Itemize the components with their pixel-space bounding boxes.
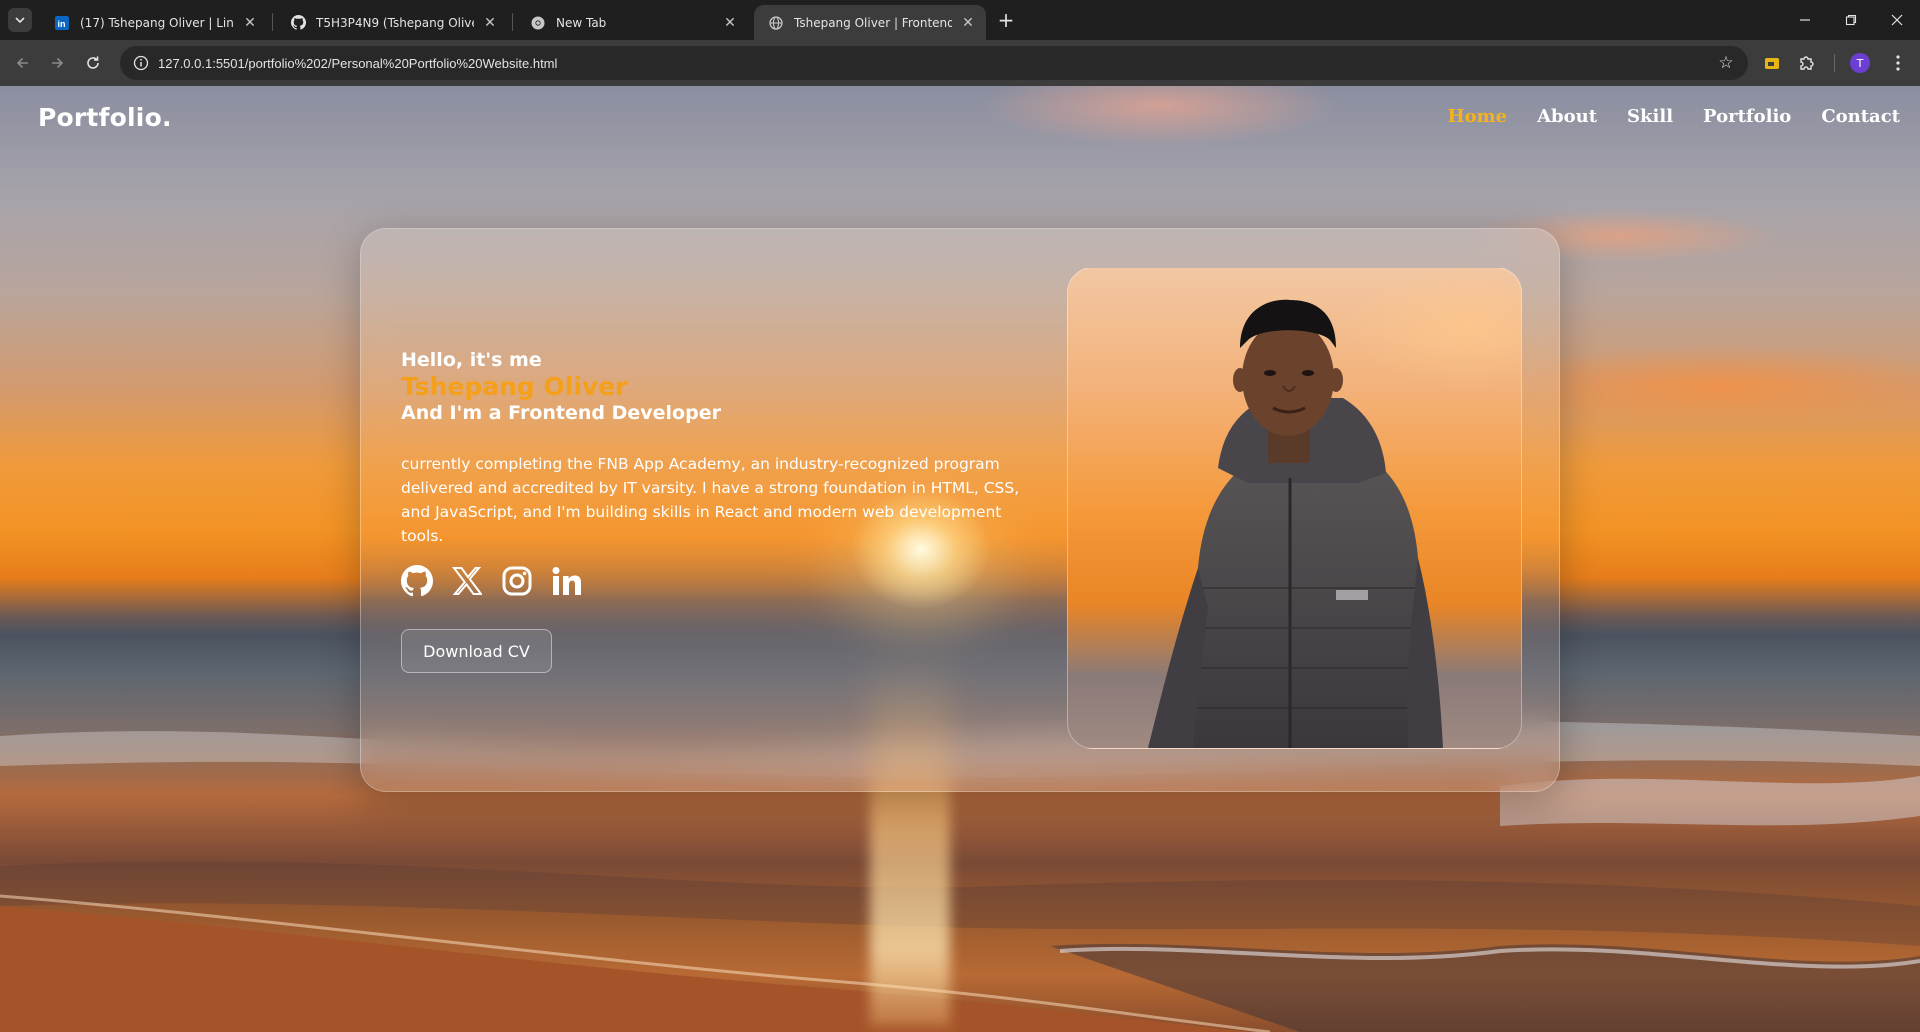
arrow-left-icon bbox=[16, 57, 28, 69]
instagram-icon[interactable] bbox=[501, 565, 533, 597]
extensions-puzzle-icon[interactable] bbox=[1795, 51, 1819, 75]
social-links bbox=[401, 565, 583, 597]
hero-intro: Hello, it's me Tshepang Oliver And I'm a… bbox=[401, 347, 1031, 548]
forward-button[interactable] bbox=[42, 48, 72, 78]
extension-folder-icon[interactable] bbox=[1760, 51, 1784, 75]
back-button[interactable] bbox=[8, 48, 38, 78]
chrome-icon bbox=[530, 15, 546, 31]
chevron-down-icon bbox=[15, 17, 25, 24]
browser-toolbar: 127.0.0.1:5501/portfolio%202/Personal%20… bbox=[0, 40, 1920, 86]
profile-photo bbox=[1067, 267, 1522, 749]
person-portrait-image bbox=[1148, 299, 1443, 748]
tab-divider bbox=[512, 13, 513, 31]
nav-portfolio[interactable]: Portfolio bbox=[1703, 106, 1791, 127]
globe-icon bbox=[768, 15, 784, 31]
tab-search-button[interactable] bbox=[8, 8, 32, 32]
toolbar-divider bbox=[1834, 54, 1835, 72]
github-icon[interactable] bbox=[401, 565, 433, 597]
hero-role: And I'm a Frontend Developer bbox=[401, 402, 721, 424]
close-icon[interactable]: ✕ bbox=[960, 15, 976, 31]
reload-icon bbox=[87, 56, 99, 69]
tab-divider bbox=[272, 13, 273, 31]
hero-name: Tshepang Oliver bbox=[401, 372, 628, 401]
github-icon bbox=[290, 15, 306, 31]
url-text[interactable]: 127.0.0.1:5501/portfolio%202/Personal%20… bbox=[158, 56, 557, 71]
tab-new-tab[interactable]: New Tab ✕ bbox=[516, 5, 748, 40]
restore-button[interactable] bbox=[1828, 0, 1874, 40]
nav-contact[interactable]: Contact bbox=[1821, 106, 1900, 127]
restore-icon bbox=[1845, 14, 1857, 26]
close-icon[interactable]: ✕ bbox=[722, 15, 738, 31]
nav-skill[interactable]: Skill bbox=[1627, 106, 1673, 127]
linkedin-icon: in bbox=[54, 15, 70, 31]
minimize-button[interactable] bbox=[1782, 0, 1828, 40]
page-viewport: Portfolio. Home About Skill Portfolio Co… bbox=[0, 86, 1920, 1032]
linkedin-icon[interactable] bbox=[551, 565, 583, 597]
hero-description: currently completing the FNB App Academy… bbox=[401, 455, 1020, 545]
nav-about[interactable]: About bbox=[1537, 106, 1597, 127]
close-icon[interactable]: ✕ bbox=[242, 15, 258, 31]
tab-title: Tshepang Oliver | Frontend Dev bbox=[794, 15, 952, 30]
menu-kebab-icon[interactable] bbox=[1886, 51, 1910, 75]
minimize-icon bbox=[1800, 19, 1810, 21]
bookmark-star-icon[interactable]: ☆ bbox=[1716, 53, 1736, 73]
browser-tab-bar: in (17) Tshepang Oliver | LinkedIn ✕ T5H… bbox=[0, 0, 1920, 40]
profile-avatar[interactable]: T bbox=[1850, 53, 1870, 73]
main-nav: Home About Skill Portfolio Contact bbox=[1448, 106, 1900, 127]
address-bar[interactable]: 127.0.0.1:5501/portfolio%202/Personal%20… bbox=[120, 46, 1748, 80]
close-icon[interactable]: ✕ bbox=[482, 15, 498, 31]
tab-title: (17) Tshepang Oliver | LinkedIn bbox=[80, 15, 234, 30]
hero-card: Hello, it's me Tshepang Oliver And I'm a… bbox=[360, 228, 1560, 792]
svg-text:in: in bbox=[58, 19, 66, 29]
nav-home[interactable]: Home bbox=[1448, 106, 1508, 127]
site-logo[interactable]: Portfolio. bbox=[38, 103, 172, 132]
site-info-icon[interactable] bbox=[124, 46, 158, 80]
tab-github[interactable]: T5H3P4N9 (Tshepang Oliver) ✕ bbox=[276, 5, 508, 40]
arrow-right-icon bbox=[52, 57, 64, 69]
new-tab-button[interactable]: + bbox=[994, 8, 1018, 32]
reload-button[interactable] bbox=[78, 48, 108, 78]
x-icon[interactable] bbox=[451, 565, 483, 597]
close-icon bbox=[1891, 14, 1903, 26]
download-cv-button[interactable]: Download CV bbox=[401, 629, 552, 673]
tab-title: T5H3P4N9 (Tshepang Oliver) bbox=[316, 15, 474, 30]
tab-portfolio-active[interactable]: Tshepang Oliver | Frontend Dev ✕ bbox=[754, 5, 986, 40]
tab-linkedin[interactable]: in (17) Tshepang Oliver | LinkedIn ✕ bbox=[40, 5, 268, 40]
window-close-button[interactable] bbox=[1874, 0, 1920, 40]
greeting-text: Hello, it's me bbox=[401, 349, 542, 371]
tab-title: New Tab bbox=[556, 15, 607, 30]
